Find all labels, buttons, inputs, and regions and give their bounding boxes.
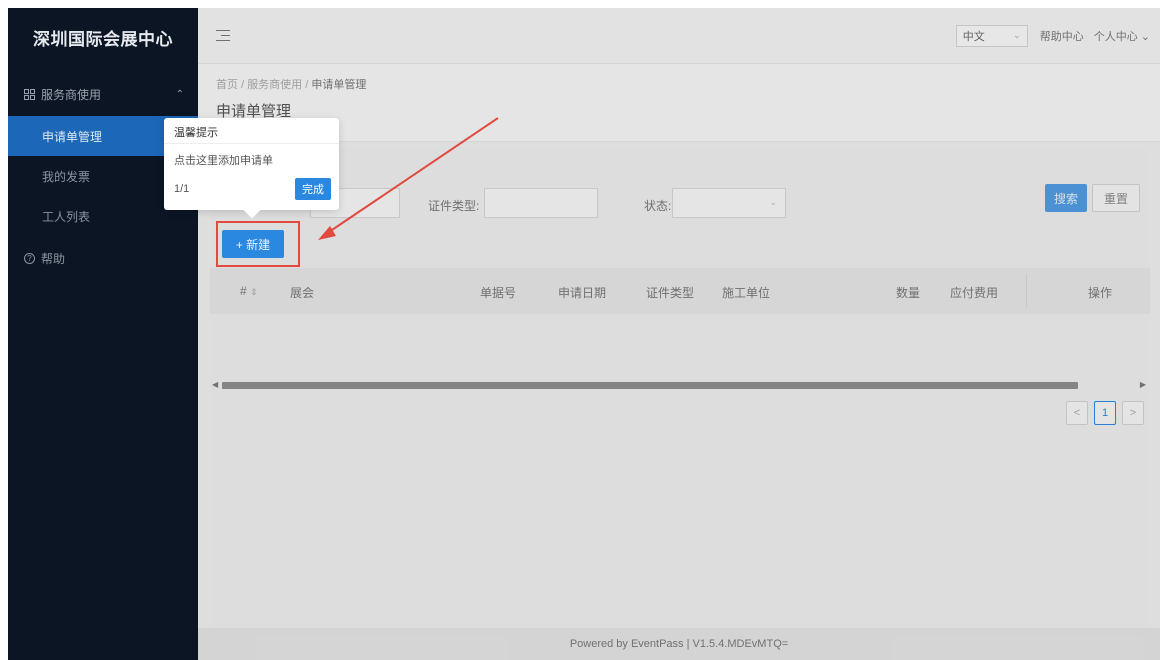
- breadcrumb-current: 申请单管理: [311, 79, 367, 91]
- chevron-down-icon: ⌄: [1137, 30, 1150, 43]
- grid-icon: [24, 88, 35, 100]
- chevron-down-icon: ⌄: [769, 197, 777, 207]
- sidebar-item-help[interactable]: ? 帮助: [8, 236, 198, 280]
- footer: Powered by EventPass | V1.5.4.MDEvMTQ=: [198, 628, 1160, 660]
- status-select[interactable]: ⌄: [672, 188, 786, 218]
- personal-center-menu[interactable]: 个人中心 ⌄: [1094, 28, 1150, 44]
- help-center-link[interactable]: 帮助中心: [1040, 28, 1084, 44]
- prev-page-button[interactable]: <: [1066, 401, 1088, 425]
- guide-step-count: 1/1: [174, 183, 190, 195]
- language-select[interactable]: 中文 ⌄: [955, 24, 1028, 47]
- top-bar: 中文 ⌄ 帮助中心 个人中心 ⌄: [198, 8, 1160, 64]
- page-header: 首页 / 服务商使用 / 申请单管理 申请单管理: [198, 64, 1160, 142]
- guide-message: 点击这里添加申请单: [174, 155, 273, 167]
- column-header-quantity: 数量: [896, 286, 921, 300]
- column-divider: [1026, 274, 1027, 308]
- chevron-down-icon: ⌄: [1013, 30, 1021, 40]
- column-header-doc-no: 单据号: [480, 286, 517, 300]
- next-page-button[interactable]: >: [1122, 401, 1144, 425]
- main-area: 中文 ⌄ 帮助中心 个人中心 ⌄ 首页 / 服务商使用 / 申请单管理 申请单管…: [198, 8, 1160, 660]
- scroll-right-icon[interactable]: ▶: [1140, 380, 1146, 389]
- pagination: < 1 >: [1066, 401, 1144, 425]
- column-header-apply-date: 申请日期: [558, 286, 607, 300]
- sidebar-item-label: 帮助: [41, 251, 66, 266]
- app-frame: 深圳国际会展中心 服务商使用 ⌃ 申请单管理 我的发票 工人列表 ? 帮助 中文…: [8, 8, 1160, 660]
- menu-group-label: 服务商使用: [41, 87, 102, 102]
- chevron-up-icon: ⌃: [175, 88, 184, 100]
- guide-footer: 1/1 完成: [174, 178, 331, 200]
- personal-center-label: 个人中心: [1093, 30, 1138, 43]
- sidebar-item-label: 申请单管理: [42, 129, 103, 144]
- sidebar-item-label: 工人列表: [42, 209, 91, 224]
- menu-fold-icon[interactable]: [216, 29, 230, 42]
- table-header: # ⇕ 展会 单据号 申请日期 证件类型 施工单位 数量 应付费用 操作: [210, 268, 1150, 314]
- content-panel: 证件类型: 状态: ⌄ 搜索 重置 # ⇕ 展会 单据号 申请日期 证件类型 施…: [210, 148, 1150, 628]
- language-value: 中文: [962, 30, 985, 43]
- column-header-actions: 操作: [1088, 286, 1113, 300]
- highlight-box: [216, 221, 300, 267]
- page-title: 申请单管理: [216, 103, 292, 120]
- menu-group-service[interactable]: 服务商使用 ⌃: [8, 72, 198, 116]
- column-header-exhibition: 展会: [290, 286, 315, 300]
- column-header-index[interactable]: # ⇕: [240, 284, 258, 298]
- column-header-contractor: 施工单位: [722, 286, 771, 300]
- breadcrumb-section[interactable]: 服务商使用: [247, 79, 302, 91]
- scroll-left-icon[interactable]: ◀: [212, 380, 218, 389]
- reset-button[interactable]: 重置: [1092, 184, 1140, 212]
- scrollbar-thumb[interactable]: [222, 382, 1078, 389]
- search-button[interactable]: 搜索: [1045, 184, 1087, 212]
- cert-type-label: 证件类型:: [428, 199, 480, 213]
- guide-popover: 温馨提示 点击这里添加申请单 1/1 完成: [164, 118, 339, 219]
- status-label: 状态:: [644, 199, 672, 213]
- guide-title: 温馨提示: [164, 118, 339, 144]
- column-header-fee: 应付费用: [950, 286, 999, 300]
- breadcrumb: 首页 / 服务商使用 / 申请单管理: [216, 76, 1142, 92]
- cert-type-input[interactable]: [484, 188, 598, 218]
- brand-title: 深圳国际会展中心: [33, 29, 173, 49]
- breadcrumb-home[interactable]: 首页: [216, 79, 238, 91]
- help-icon: ?: [24, 252, 35, 264]
- sidebar-item-label: 我的发票: [42, 169, 91, 184]
- horizontal-scrollbar[interactable]: ◀ ▶: [212, 380, 1146, 390]
- sort-icon: ⇕: [250, 287, 258, 297]
- page-button-current[interactable]: 1: [1094, 401, 1116, 425]
- guide-done-button[interactable]: 完成: [295, 178, 331, 200]
- column-header-cert-type: 证件类型: [646, 286, 695, 300]
- sidebar: 深圳国际会展中心 服务商使用 ⌃ 申请单管理 我的发票 工人列表 ? 帮助: [8, 8, 198, 660]
